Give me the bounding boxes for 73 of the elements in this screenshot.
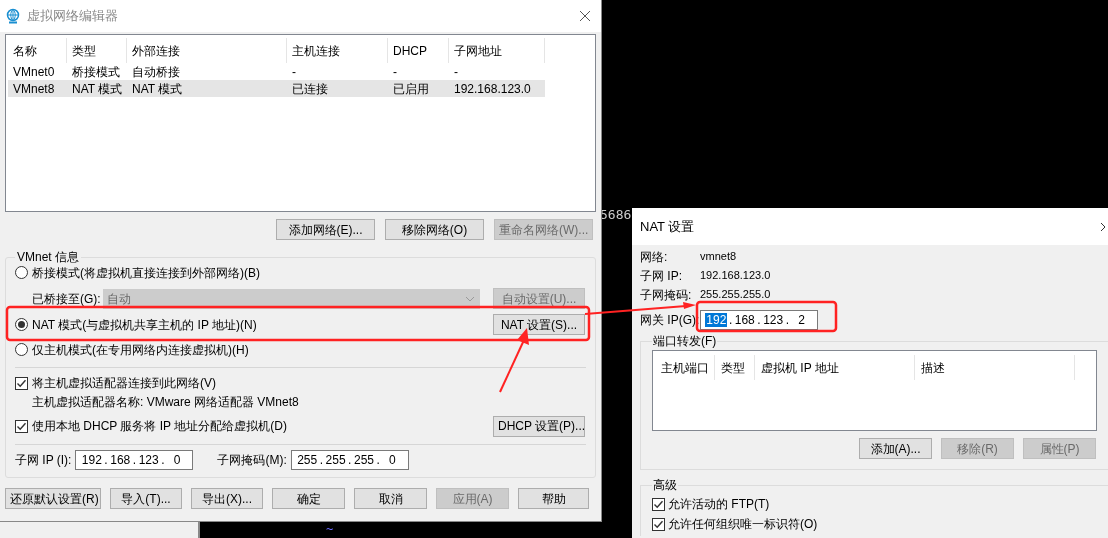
column-header[interactable]: 类型 <box>67 38 127 63</box>
radio-label[interactable]: NAT 模式(与虚拟机共享主机的 IP 地址)(N) <box>32 315 489 334</box>
terminal-text: ~ <box>326 521 334 538</box>
button[interactable]: 帮助 <box>518 488 589 509</box>
radio-label[interactable]: 仅主机模式(在专用网络内连接虚拟机)(H) <box>32 340 586 359</box>
column-header[interactable]: 主机端口 <box>655 355 715 380</box>
checkbox-label[interactable]: 允许活动的 FTP(T) <box>668 495 770 513</box>
button[interactable]: 添加(A)... <box>859 438 932 459</box>
group-title: 端口转发(F) <box>652 333 718 350</box>
network-globe-icon <box>5 8 21 24</box>
table-cell-text: 自动桥接 <box>131 63 181 81</box>
button[interactable]: 确定 <box>272 488 345 509</box>
table-cell-text: 192.168.123.0 <box>453 80 532 98</box>
checkbox[interactable] <box>15 376 28 390</box>
arrow <box>499 328 529 393</box>
window-title: NAT 设置 <box>640 217 696 236</box>
table-row[interactable]: VMnet8 NAT 模式 NAT 模式 已连接 已启用 192.168.123.0 <box>8 80 545 97</box>
checkbox-label[interactable]: 使用本地 DHCP 服务将 IP 地址分配给虚拟机(D) <box>32 417 489 435</box>
column-header[interactable]: 名称 <box>8 38 67 63</box>
table-cell-text: VMnet8 <box>12 80 56 98</box>
close-icon[interactable] <box>579 10 591 22</box>
close-icon[interactable] <box>1100 221 1106 232</box>
field-label: 子网掩码: <box>640 286 693 304</box>
field-value: 192.168.123.0 <box>700 268 771 284</box>
column-header[interactable]: 外部连接 <box>127 38 287 63</box>
table-cell-text: NAT 模式 <box>131 80 184 98</box>
radio-button[interactable] <box>15 266 28 279</box>
radio-button[interactable] <box>15 343 28 356</box>
table-cell-text: - <box>291 63 297 81</box>
checkbox-label[interactable]: 将主机虚拟适配器连接到此网络(V) <box>32 374 586 392</box>
radio-button[interactable] <box>15 318 28 331</box>
field-label: 子网掩码(M): <box>217 452 287 469</box>
radio-label[interactable]: 桥接模式(将虚拟机直接连接到外部网络)(B) <box>32 263 586 282</box>
field-label: 子网 IP (I): <box>15 452 72 469</box>
column-header[interactable]: DHCP <box>388 38 449 63</box>
column-header[interactable]: 描述 <box>915 355 1075 380</box>
chevron-down-icon <box>464 295 475 302</box>
window-title: 虚拟网络编辑器 <box>27 7 119 26</box>
button[interactable]: NAT 设置(S)... <box>493 314 585 335</box>
field-label: 已桥接至(G): <box>32 290 101 308</box>
field-label: 网络: <box>640 248 669 266</box>
button[interactable]: 取消 <box>354 488 427 509</box>
table-cell-text: - <box>392 63 398 81</box>
field-label: 子网 IP: <box>640 267 683 285</box>
table-cell-text: 已启用 <box>392 80 430 98</box>
ip-address-field[interactable]: 192 . 168 . 123 . 2 <box>700 310 818 330</box>
table-cell-text: NAT 模式 <box>71 80 124 98</box>
checkbox[interactable] <box>15 419 28 433</box>
group-title: VMnet 信息 <box>16 249 80 266</box>
column-header[interactable]: 虚拟机 IP 地址 <box>755 355 915 380</box>
button[interactable]: DHCP 设置(P)... <box>493 415 585 437</box>
button[interactable]: 添加网络(E)... <box>276 219 375 240</box>
table-row[interactable]: VMnet0 桥接模式 自动桥接 - - - <box>8 63 545 80</box>
button[interactable]: 移除网络(O) <box>385 219 484 240</box>
column-header[interactable]: 子网地址 <box>449 38 545 63</box>
column-header[interactable]: 主机连接 <box>287 38 388 63</box>
adapter-name-text: 主机虚拟适配器名称: VMware 网络适配器 VMnet8 <box>31 394 300 410</box>
table-cell-text: 已连接 <box>291 80 329 98</box>
button[interactable]: 还原默认设置(R) <box>5 488 101 509</box>
checkbox-label[interactable]: 允许任何组织唯一标识符(O) <box>668 515 818 533</box>
checkbox[interactable] <box>652 497 665 511</box>
table-cell-text: - <box>453 63 459 81</box>
button[interactable]: 导入(T)... <box>110 488 182 509</box>
table-cell-text: VMnet0 <box>12 63 56 81</box>
field-value: 255.255.255.0 <box>700 287 771 303</box>
ip-address-field[interactable]: 255 . 255 . 255 . 0 <box>290 450 409 470</box>
button[interactable]: 导出(X)... <box>191 488 263 509</box>
field-value: vmnet8 <box>700 249 737 265</box>
column-header[interactable]: 类型 <box>715 355 755 380</box>
checkbox[interactable] <box>652 517 665 531</box>
group-title: 高级 <box>652 477 678 494</box>
table-cell-text: 桥接模式 <box>71 63 121 81</box>
ip-address-field[interactable]: 192 . 168 . 123 . 0 <box>75 450 194 470</box>
